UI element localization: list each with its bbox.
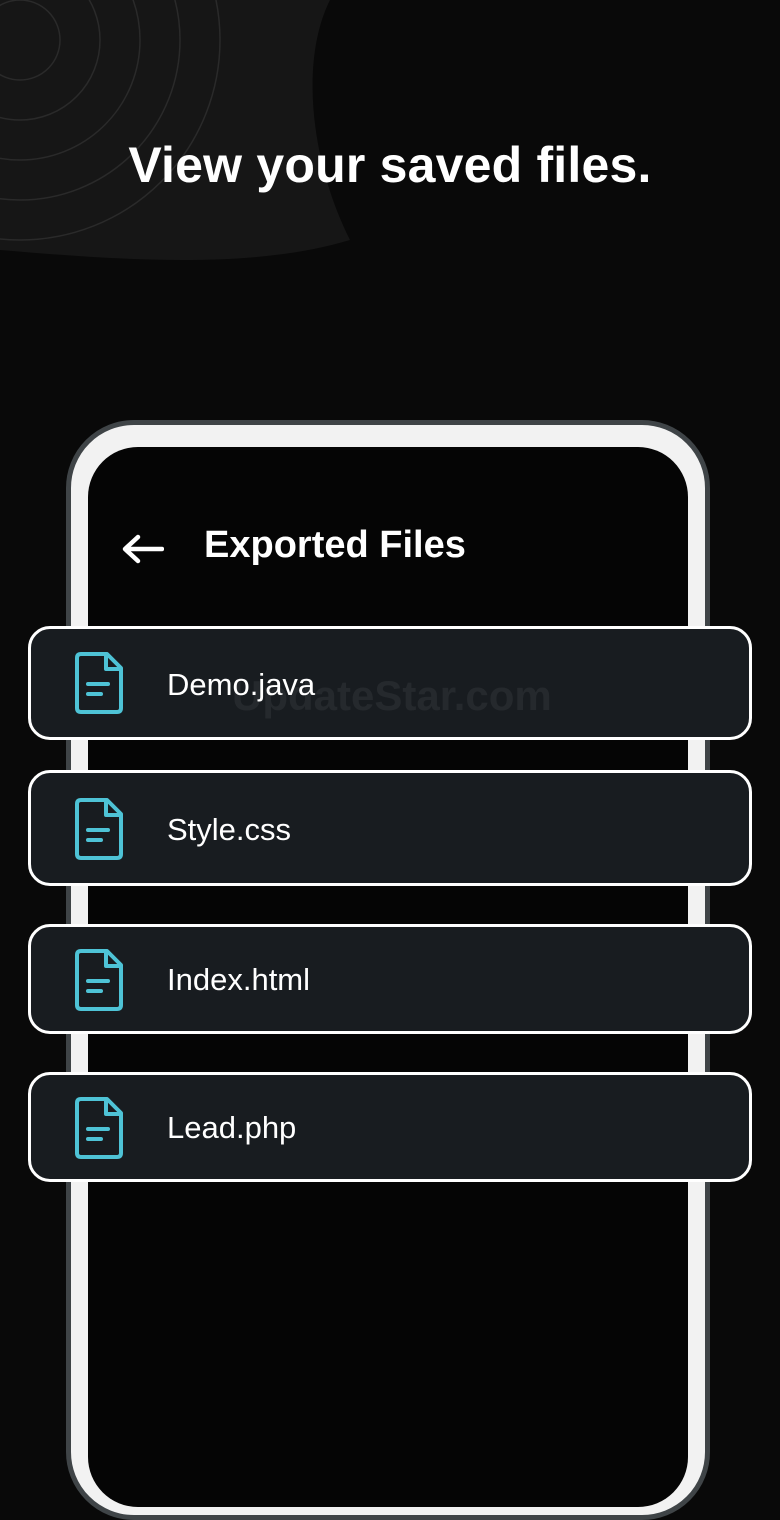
file-name: Demo.java [167, 667, 316, 702]
background-decoration [0, 0, 350, 260]
document-icon [75, 798, 123, 860]
document-icon [75, 652, 123, 714]
onboarding-headline: View your saved files. [128, 137, 652, 193]
file-name: Style.css [167, 812, 292, 847]
file-list-item[interactable]: Lead.php [28, 1072, 752, 1182]
file-name: Index.html [167, 962, 311, 997]
file-list-item[interactable]: Demo.java [28, 626, 752, 740]
document-icon [75, 949, 123, 1011]
file-list-item[interactable]: Index.html [28, 924, 752, 1034]
screen-title: Exported Files [204, 524, 466, 566]
file-name: Lead.php [167, 1110, 297, 1145]
back-button[interactable] [116, 528, 168, 570]
file-list-item[interactable]: Style.css [28, 770, 752, 886]
document-icon [75, 1097, 123, 1159]
arrow-left-icon [122, 534, 164, 564]
